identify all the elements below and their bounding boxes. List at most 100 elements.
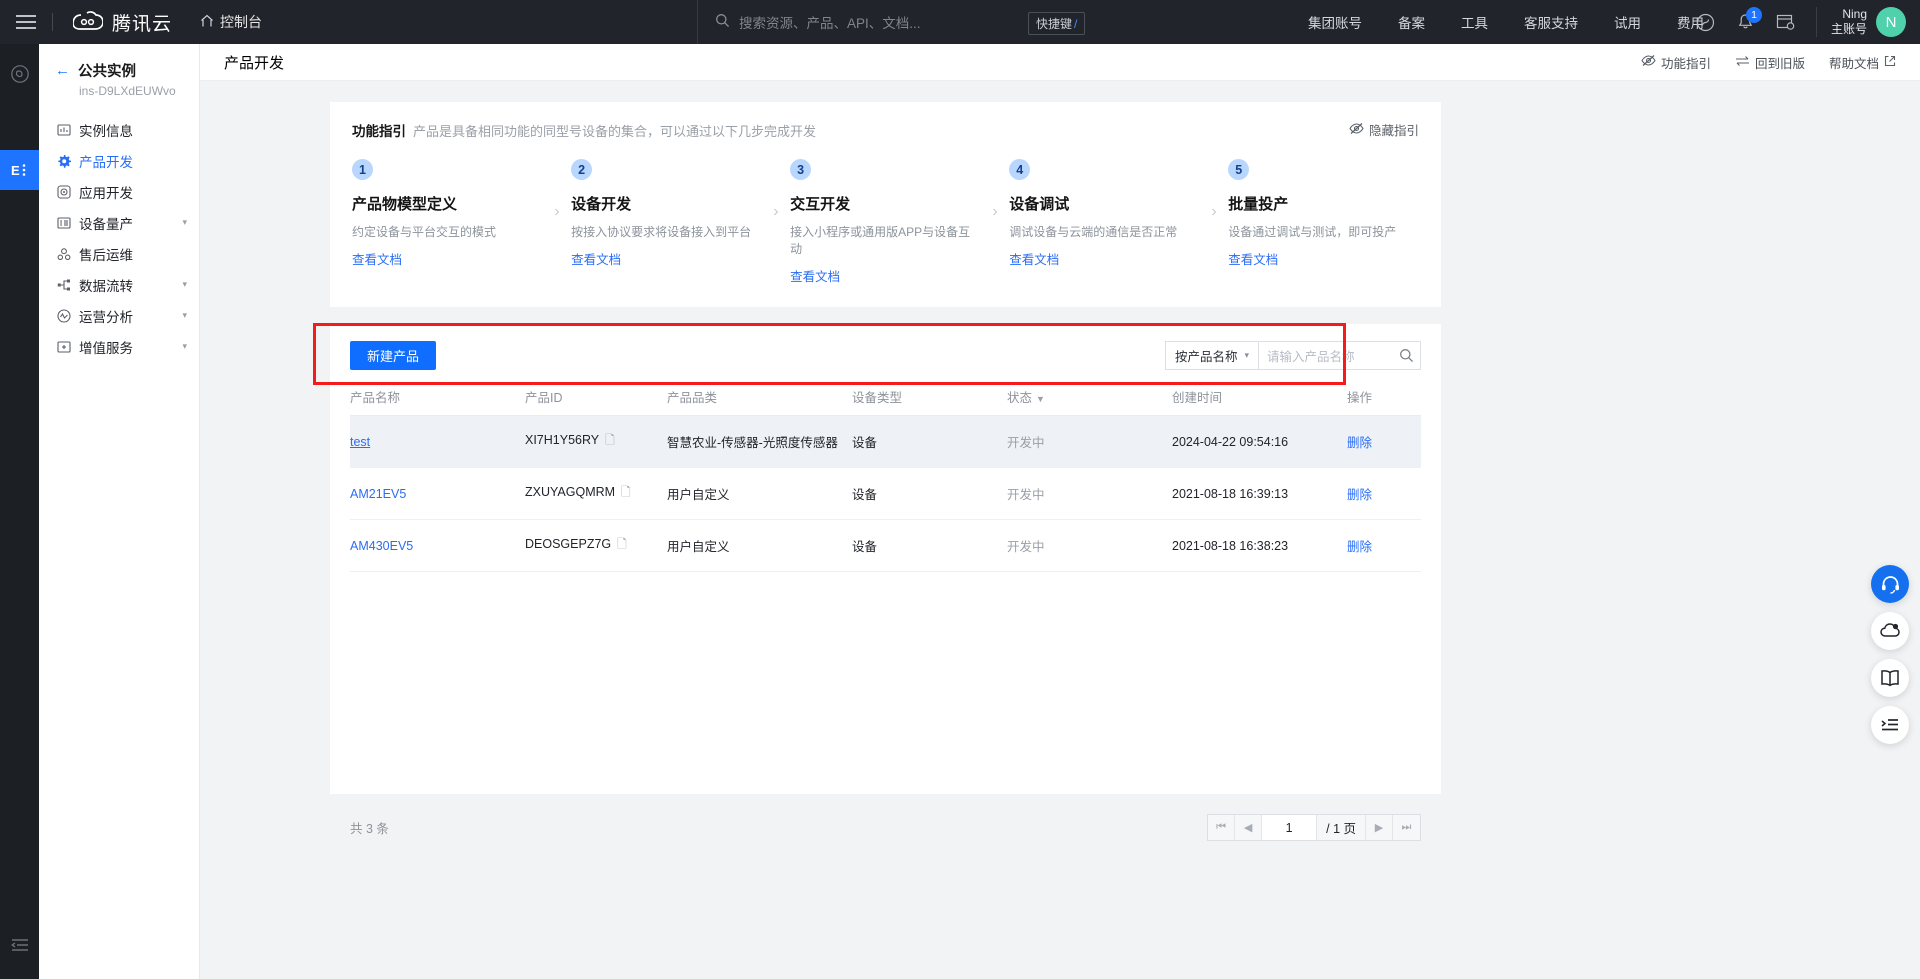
delete-link[interactable]: 删除 <box>1347 436 1372 450</box>
copy-icon[interactable]: 🗋 <box>617 537 627 551</box>
nav-item-tools[interactable]: 工具 <box>1443 12 1506 32</box>
step-doc-link[interactable]: 查看文档 <box>1228 249 1419 268</box>
brand-logo[interactable]: 腾讯云 <box>72 9 172 36</box>
product-id-text: ZXUYAGQMRM <box>525 485 616 499</box>
step-number: 1 <box>352 159 373 180</box>
sidebar-menu: 实例信息 产品开发 应用开发 设备量产 ▾ 售后运维 数据流转 ▾ 运营分析 ▾… <box>39 114 199 362</box>
sidebar: ← 公共实例 ins-D9LXdEUWvo 实例信息 产品开发 应用开发 设备量… <box>39 44 200 979</box>
table-row[interactable]: test XI7H1Y56RY 🗋 智慧农业-传感器-光照度传感器 设备 开发中 … <box>350 415 1421 468</box>
step-doc-link[interactable]: 查看文档 <box>790 266 981 285</box>
page-number-input[interactable]: 1 <box>1262 815 1318 840</box>
chevron-down-icon[interactable]: ▾ <box>182 341 187 352</box>
guide-step-3[interactable]: 3 交互开发 接入小程序或通用版APP与设备互动 查看文档 <box>790 159 981 285</box>
copy-icon[interactable]: 🗋 <box>621 485 631 499</box>
wechat-mini-icon[interactable] <box>1686 0 1726 44</box>
sidebar-item-label: 售后运维 <box>79 247 133 263</box>
rail-collapse-button[interactable] <box>0 925 39 965</box>
search-filter-label: 按产品名称 <box>1174 350 1238 364</box>
help-docs-link[interactable]: 帮助文档 <box>1829 53 1896 72</box>
collapse-rail-icon[interactable] <box>0 925 39 965</box>
sidebar-item-operations-analysis[interactable]: 运营分析 ▾ <box>39 300 199 331</box>
last-page-icon[interactable]: ⏭ <box>1393 815 1420 840</box>
sidebar-item-value-added-services[interactable]: 增值服务 ▾ <box>39 331 199 362</box>
sort-descending-icon[interactable]: ▼ <box>1036 394 1045 404</box>
product-table: 产品名称 产品ID 产品品类 设备类型 状态 ▼ 创建时间 操作 test XI7… <box>350 387 1421 572</box>
back-to-old-version[interactable]: 回到旧版 <box>1735 53 1805 72</box>
main-content: 产品开发 功能指引 回到旧版 帮助文档 功能指引 产品是具备相同功能的同型号设备… <box>200 44 1920 979</box>
sidebar-item-data-flow[interactable]: 数据流转 ▾ <box>39 269 199 300</box>
sidebar-item-app-dev[interactable]: 应用开发 <box>39 176 199 207</box>
product-name-link[interactable]: AM430EV5 <box>350 539 413 553</box>
step-doc-link[interactable]: 查看文档 <box>571 249 762 268</box>
product-name-link[interactable]: test <box>350 435 370 449</box>
global-search[interactable]: 搜索资源、产品、API、文档... <box>697 0 1297 44</box>
chevron-down-icon[interactable]: ▾ <box>182 279 187 290</box>
list-panel-icon[interactable] <box>1871 706 1909 744</box>
sidebar-item-instance-info[interactable]: 实例信息 <box>39 114 199 145</box>
search-filter-select[interactable]: 按产品名称 ▾ <box>1166 342 1259 369</box>
book-docs-icon[interactable] <box>1871 659 1909 697</box>
hide-guide-button[interactable]: 隐藏指引 <box>1349 120 1419 139</box>
next-page-icon[interactable]: ▶ <box>1366 815 1393 840</box>
prev-page-icon[interactable]: ◀ <box>1235 815 1263 840</box>
nav-item-icp[interactable]: 备案 <box>1380 12 1443 32</box>
help-docs-label: 帮助文档 <box>1828 56 1879 71</box>
feature-guide-toggle[interactable]: 功能指引 <box>1641 53 1711 72</box>
hamburger-menu-icon[interactable] <box>0 0 52 44</box>
col-product-name: 产品名称 <box>350 387 525 416</box>
cell-product-category: 用户自定义 <box>667 467 852 520</box>
user-menu[interactable]: Ning 主账号 N <box>1815 7 1906 37</box>
copy-icon[interactable]: 🗋 <box>605 433 615 447</box>
guide-step-5[interactable]: 5 批量投产 设备通过调试与测试，即可投产 查看文档 <box>1228 159 1419 268</box>
floating-action-buttons <box>1871 565 1909 744</box>
search-input[interactable]: 搜索资源、产品、API、文档... <box>739 12 921 32</box>
table-row[interactable]: AM430EV5 DEOSGEPZ7G 🗋 用户自定义 设备 开发中 2021-0… <box>350 519 1421 572</box>
back-to-old-label: 回到旧版 <box>1754 56 1805 71</box>
table-row[interactable]: AM21EV5 ZXUYAGQMRM 🗋 用户自定义 设备 开发中 2021-08… <box>350 467 1421 520</box>
cell-product-name: AM430EV5 <box>350 519 525 572</box>
notifications-bell-icon[interactable]: 1 <box>1726 0 1766 44</box>
create-product-button[interactable]: 新建产品 <box>350 341 437 370</box>
search-icon <box>715 13 730 31</box>
sidebar-instance-id: ins-D9LXdEUWvo <box>79 84 176 98</box>
cloud-feedback-icon[interactable] <box>1871 612 1909 650</box>
product-id-text: XI7H1Y56RY <box>525 433 600 447</box>
cell-actions: 删除 <box>1347 467 1421 520</box>
step-doc-link[interactable]: 查看文档 <box>1009 249 1200 268</box>
back-arrow-icon: ← <box>55 62 70 79</box>
first-page-icon[interactable]: ⏮ <box>1208 815 1236 840</box>
guide-step-2[interactable]: 2 设备开发 按接入协议要求将设备接入到平台 查看文档 <box>571 159 762 268</box>
chevron-down-icon[interactable]: ▾ <box>182 310 187 321</box>
col-status[interactable]: 状态 ▼ <box>1007 387 1172 416</box>
cell-device-type: 设备 <box>852 519 1007 572</box>
search-icon[interactable] <box>1392 348 1420 363</box>
avatar[interactable]: N <box>1876 7 1906 37</box>
rail-iot-active-icon[interactable]: E <box>0 150 39 190</box>
sidebar-item-after-sales[interactable]: 售后运维 <box>39 238 199 269</box>
cell-device-type: 设备 <box>852 467 1007 520</box>
nav-item-support[interactable]: 客服支持 <box>1506 12 1596 32</box>
sidebar-item-product-dev[interactable]: 产品开发 <box>39 145 199 176</box>
rail-overview-icon[interactable] <box>0 54 39 94</box>
step-desc: 接入小程序或通用版APP与设备互动 <box>790 225 971 256</box>
sidebar-item-mass-production[interactable]: 设备量产 ▾ <box>39 207 199 238</box>
product-name-link[interactable]: AM21EV5 <box>350 487 406 501</box>
delete-link[interactable]: 删除 <box>1347 488 1372 502</box>
chevron-down-icon[interactable]: ▾ <box>182 217 187 228</box>
sidebar-back-link[interactable]: ← 公共实例 <box>55 60 199 81</box>
notification-count-badge: 1 <box>1745 7 1762 23</box>
console-link[interactable]: 控制台 <box>200 12 262 32</box>
keyboard-shortcut-badge[interactable]: 快捷键 / <box>1028 12 1086 35</box>
workbench-settings-icon[interactable] <box>1766 0 1806 44</box>
nav-item-group-account[interactable]: 集团账号 <box>1290 12 1380 32</box>
step-desc: 按接入协议要求将设备接入到平台 <box>571 225 752 239</box>
guide-step-1[interactable]: 1 产品物模型定义 约定设备与平台交互的模式 查看文档 <box>352 159 543 268</box>
step-doc-link[interactable]: 查看文档 <box>352 249 543 268</box>
delete-link[interactable]: 删除 <box>1347 540 1372 554</box>
nav-item-trial[interactable]: 试用 <box>1596 12 1659 32</box>
product-search-input[interactable]: 请输入产品名称 <box>1259 346 1392 365</box>
guide-step-4[interactable]: 4 设备调试 调试设备与云端的通信是否正常 查看文档 <box>1009 159 1200 268</box>
headset-support-icon[interactable] <box>1871 565 1909 603</box>
cell-product-id: XI7H1Y56RY 🗋 <box>525 415 667 468</box>
chevron-down-icon: ▾ <box>1244 350 1249 360</box>
